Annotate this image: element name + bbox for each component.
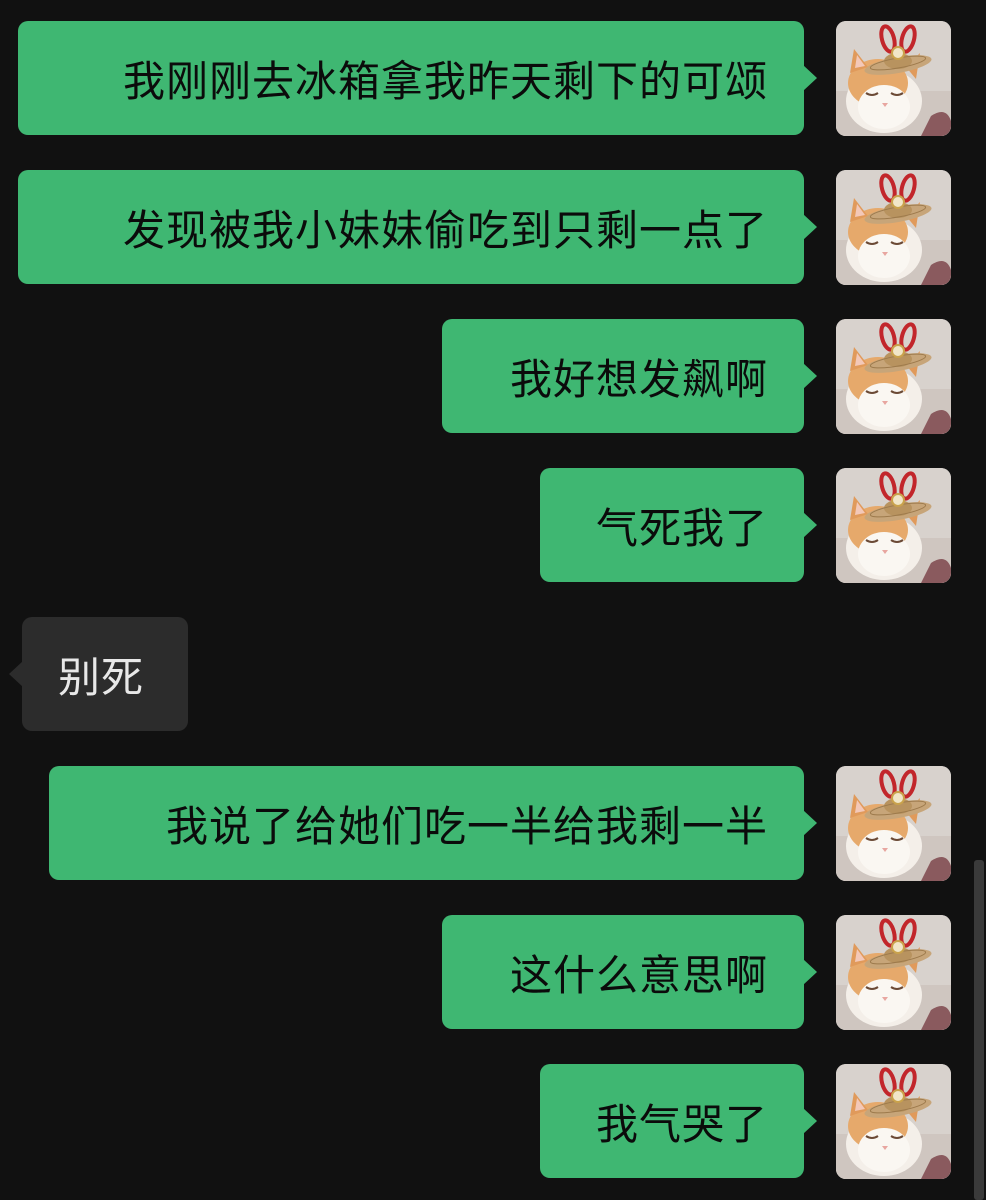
message-text: 我刚刚去冰箱拿我昨天剩下的可颂 <box>122 56 768 106</box>
my-avatar[interactable] <box>836 468 951 583</box>
message-text: 我气哭了 <box>595 1099 768 1149</box>
message-text: 发现被我小妹妹偷吃到只剩一点了 <box>122 205 768 255</box>
cat-with-bunny-ear-hat-icon <box>836 170 951 285</box>
my-avatar[interactable] <box>836 915 951 1030</box>
outgoing-message-bubble[interactable]: 我刚刚去冰箱拿我昨天剩下的可颂 <box>18 21 817 135</box>
scrollbar[interactable] <box>974 860 984 1200</box>
cat-with-bunny-ear-hat-icon <box>836 1064 951 1179</box>
my-avatar[interactable] <box>836 766 951 881</box>
my-avatar[interactable] <box>836 319 951 434</box>
message-text: 别死 <box>58 652 145 702</box>
cat-with-bunny-ear-hat-icon <box>836 915 951 1030</box>
message-text: 我说了给她们吃一半给我剩一半 <box>165 801 768 851</box>
my-avatar[interactable] <box>836 21 951 136</box>
my-avatar[interactable] <box>836 170 951 285</box>
cat-with-bunny-ear-hat-icon <box>836 468 951 583</box>
outgoing-message-bubble[interactable]: 我好想发飙啊 <box>442 319 817 433</box>
cat-with-bunny-ear-hat-icon <box>836 766 951 881</box>
message-text: 我好想发飙啊 <box>509 354 768 404</box>
outgoing-message-bubble[interactable]: 这什么意思啊 <box>442 915 817 1029</box>
message-text: 这什么意思啊 <box>509 950 768 1000</box>
outgoing-message-bubble[interactable]: 气死我了 <box>540 468 817 582</box>
outgoing-message-bubble[interactable]: 发现被我小妹妹偷吃到只剩一点了 <box>18 170 817 284</box>
cat-with-bunny-ear-hat-icon <box>836 21 951 136</box>
incoming-message-bubble[interactable]: 别死 <box>9 617 188 731</box>
cat-with-bunny-ear-hat-icon <box>836 319 951 434</box>
outgoing-message-bubble[interactable]: 我说了给她们吃一半给我剩一半 <box>49 766 817 880</box>
chat-message-list[interactable]: 我刚刚去冰箱拿我昨天剩下的可颂 发现被我小妹妹偷吃到只剩一点了 我好想发飙啊 气… <box>0 0 986 1200</box>
message-text: 气死我了 <box>595 503 768 553</box>
my-avatar[interactable] <box>836 1064 951 1179</box>
outgoing-message-bubble[interactable]: 我气哭了 <box>540 1064 817 1178</box>
